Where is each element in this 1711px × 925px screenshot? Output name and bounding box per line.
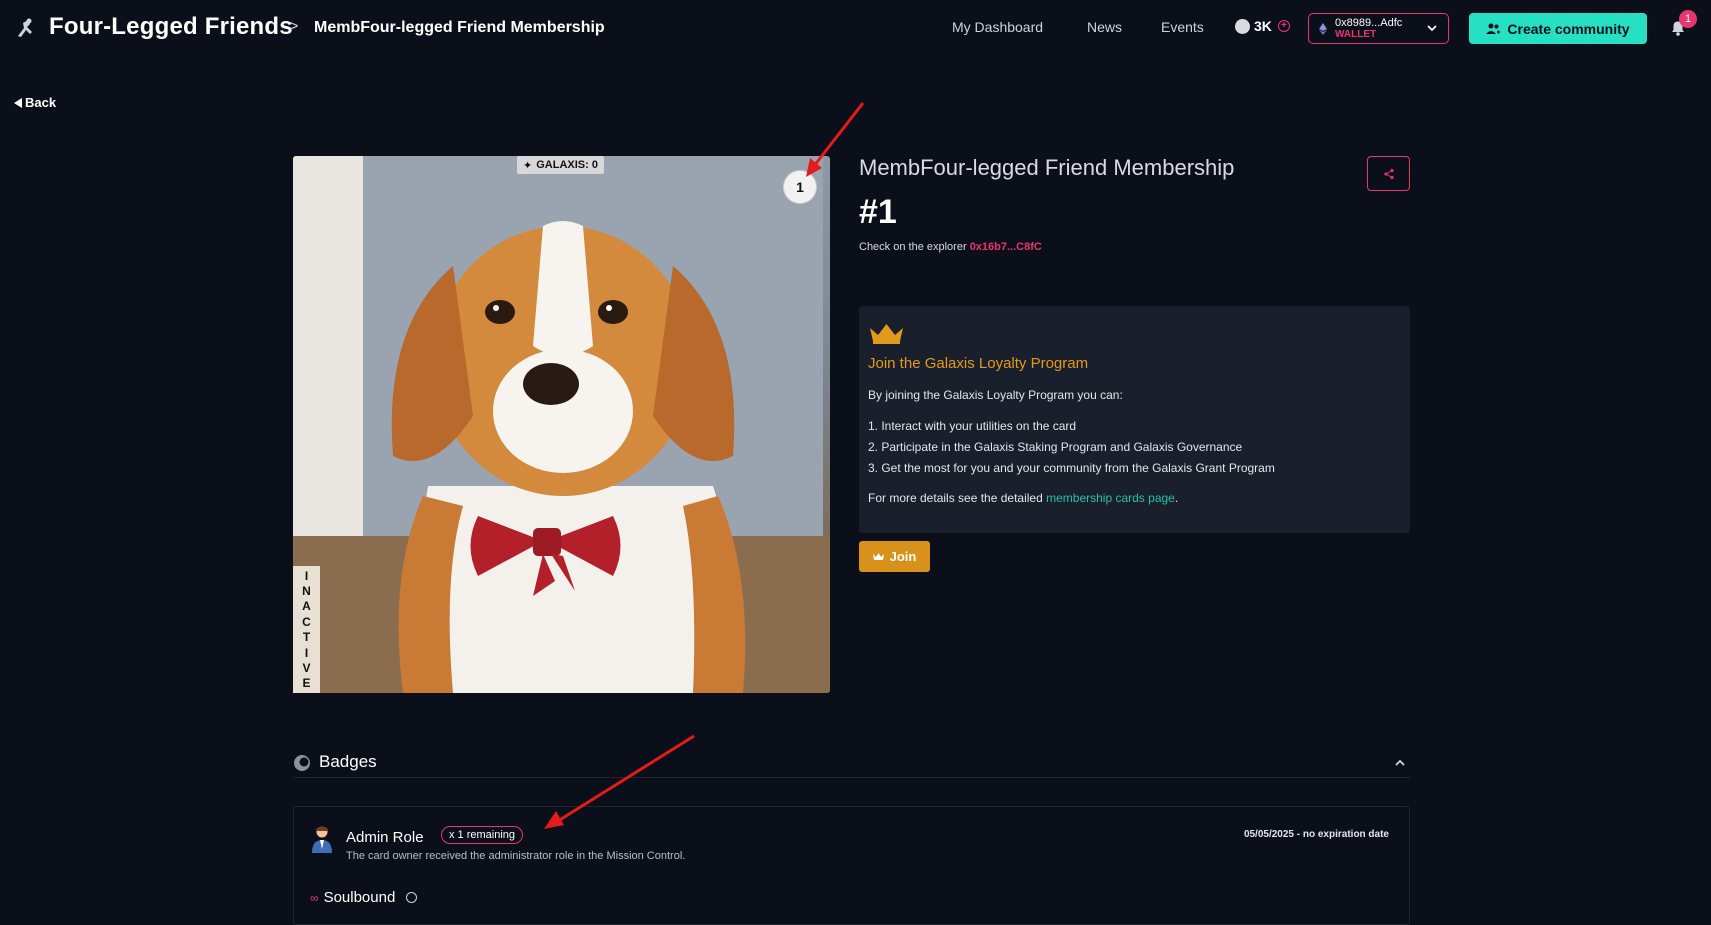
add-points-icon[interactable]: +: [1277, 20, 1290, 32]
points-icon: [1235, 18, 1250, 34]
wallet-label: WALLET: [1335, 28, 1377, 40]
share-icon: [1383, 168, 1394, 179]
ethereum-icon: [1319, 22, 1327, 35]
breadcrumb-current: MembFour-legged Friend Membership: [314, 19, 605, 36]
share-button[interactable]: [1367, 156, 1410, 191]
nav-news[interactable]: News: [1087, 19, 1122, 35]
badge-remaining-pill: x 1 remaining: [441, 826, 524, 844]
loyalty-program-panel: Join the Galaxis Loyalty Program By join…: [859, 306, 1410, 533]
nav-my-dashboard[interactable]: My Dashboard: [952, 19, 1043, 35]
explorer-address-link[interactable]: 0x16b7...C8fC: [970, 241, 1042, 253]
loyalty-benefits-list: 1. Interact with your utilities on the c…: [868, 416, 1401, 479]
users-icon: [1486, 23, 1501, 34]
badges-section-header: Badges: [293, 752, 1410, 778]
card-title: MembFour-legged Friend Membership: [859, 155, 1235, 180]
loyalty-more-details: For more details see the detailed member…: [868, 491, 1179, 505]
crown-icon: [870, 324, 903, 344]
badges-title: Badges: [319, 752, 377, 771]
wallet-dropdown[interactable]: 0x8989...Adfc WALLET: [1308, 13, 1449, 44]
badge-role-name: Admin Role: [346, 829, 424, 846]
status-inactive-label: IN AC TI VE: [293, 566, 320, 693]
breadcrumb-separator: >: [289, 18, 299, 35]
create-community-button[interactable]: Create community: [1469, 13, 1647, 44]
explorer-text: Check on the explorer: [859, 241, 967, 253]
membership-cards-page-link[interactable]: membership cards page: [1046, 491, 1175, 505]
back-arrow-icon: [14, 97, 22, 108]
back-button[interactable]: Back: [14, 95, 56, 110]
info-icon[interactable]: [406, 892, 418, 903]
dog-illustration: [391, 221, 746, 693]
explorer-line: Check on the explorer 0x16b7...C8fC: [859, 241, 1042, 253]
points-balance[interactable]: 3K +: [1235, 18, 1290, 34]
list-item: 3. Get the most for you and your communi…: [868, 461, 1275, 475]
top-bar: Four-Legged Friends > MembFour-legged Fr…: [0, 0, 1711, 56]
wallet-address: 0x8989...Adfc: [1335, 16, 1403, 29]
loyalty-intro: By joining the Galaxis Loyalty Program y…: [868, 388, 1123, 402]
list-item: 2. Participate in the Galaxis Staking Pr…: [868, 440, 1243, 454]
badge-icon: [294, 755, 310, 771]
astronaut-logo-icon[interactable]: [14, 16, 38, 40]
nav-events[interactable]: Events: [1161, 19, 1204, 35]
badge-card-admin-role: Admin Role x 1 remaining The card owner …: [293, 806, 1410, 925]
membership-card-image: [293, 156, 830, 693]
list-item: 1. Interact with your utilities on the c…: [868, 419, 1077, 433]
infinity-icon: ∞: [310, 890, 319, 905]
chevron-up-icon[interactable]: [1394, 757, 1406, 769]
chevron-down-icon: [1427, 25, 1437, 32]
loyalty-title: Join the Galaxis Loyalty Program: [868, 355, 1089, 372]
badge-date: 05/05/2025 - no expiration date: [1243, 829, 1389, 840]
join-label: Join: [889, 549, 917, 564]
back-label: Back: [25, 95, 57, 110]
galaxis-points-label: GALAXIS: 0: [536, 159, 598, 171]
soulbound-label: ∞ Soulbound: [310, 889, 418, 906]
card-number: #1: [859, 193, 897, 231]
galaxis-icon: ✦: [523, 159, 533, 172]
create-community-label: Create community: [1507, 20, 1630, 37]
badge-description: The card owner received the administrato…: [346, 850, 686, 862]
points-value: 3K: [1254, 18, 1272, 34]
notification-count-badge: 1: [1679, 10, 1697, 28]
join-button[interactable]: Join: [859, 541, 930, 572]
card-number-chip: 1: [784, 171, 816, 203]
community-title[interactable]: Four-Legged Friends: [49, 13, 293, 41]
crown-small-icon: [872, 552, 884, 560]
admin-avatar-icon: [312, 826, 332, 853]
galaxis-points-chip: ✦ GALAXIS: 0: [517, 156, 604, 174]
